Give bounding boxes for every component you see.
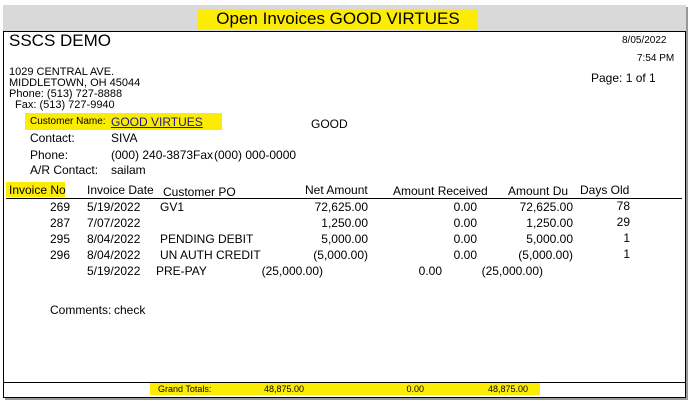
company-name: SSCS DEMO — [9, 31, 112, 50]
row2-net: 1,250.00 — [321, 216, 368, 230]
row1-received: 0.00 — [453, 200, 477, 214]
row2-date: 7/07/2022 — [87, 216, 141, 230]
fax-label: Fax — [193, 148, 214, 162]
company-fax: Fax: (513) 727-9940 — [15, 99, 115, 111]
prepay-received: 0.00 — [418, 264, 442, 278]
row4-due: (5,000.00) — [518, 248, 573, 262]
row1-date: 5/19/2022 — [87, 200, 141, 214]
row3-net: 5,000.00 — [321, 232, 368, 246]
row2-due: 1,250.00 — [526, 216, 573, 230]
row2-days: 29 — [616, 215, 630, 229]
row3-date: 8/04/2022 — [87, 232, 141, 246]
row4-invoice-no[interactable]: 296 — [30, 248, 70, 262]
col-net-amount: Net Amount — [305, 183, 368, 197]
row2-received: 0.00 — [453, 216, 477, 230]
row2-invoice-no[interactable]: 287 — [30, 216, 70, 230]
row1-po: GV1 — [160, 200, 185, 214]
report-time: 7:54 PM — [637, 53, 675, 64]
row1-net: 72,625.00 — [314, 200, 368, 214]
row3-received: 0.00 — [453, 232, 477, 246]
customer-name-label: Customer Name: — [30, 116, 106, 127]
col-invoice-no: Invoice No — [9, 183, 66, 197]
row3-po: PENDING DEBIT — [160, 232, 254, 246]
fax-value: (000) 000-0000 — [214, 148, 297, 162]
report-title: Open Invoices GOOD VIRTUES — [216, 9, 460, 28]
row3-invoice-no[interactable]: 295 — [30, 232, 70, 246]
prepay-date: 5/19/2022 — [87, 264, 141, 278]
col-days-old: Days Old — [580, 183, 630, 197]
report-date: 8/05/2022 — [622, 35, 667, 46]
col-customer-po: Customer PO — [163, 185, 236, 199]
row1-invoice-no[interactable]: 269 — [30, 200, 70, 214]
row4-po: UN AUTH CREDIT — [160, 248, 261, 262]
grand-totals-due: 48,875.00 — [487, 384, 528, 394]
phone-label: Phone: — [30, 148, 69, 162]
grand-totals-net: 48,875.00 — [263, 384, 304, 394]
contact-label: Contact: — [30, 131, 75, 145]
comments-text: check — [114, 303, 146, 317]
prepay-po: PRE-PAY — [156, 264, 207, 278]
prepay-net: (25,000.00) — [261, 264, 323, 278]
row1-due: 72,625.00 — [519, 200, 573, 214]
ar-contact-value: sailam — [111, 163, 146, 177]
grand-totals-label: Grand Totals: — [158, 384, 212, 394]
row4-received: 0.00 — [453, 248, 477, 262]
row1-days: 78 — [616, 199, 630, 213]
row3-due: 5,000.00 — [526, 232, 573, 246]
row4-date: 8/04/2022 — [87, 248, 141, 262]
header-divider — [6, 198, 682, 199]
customer-name-link[interactable]: GOOD VIRTUES — [111, 115, 203, 129]
col-amount-received: Amount Received — [393, 184, 488, 198]
phone-value: (000) 240-3873 — [111, 148, 194, 162]
contact-value: SIVA — [111, 131, 138, 145]
customer-short-name: GOOD — [311, 117, 348, 131]
row3-days: 1 — [623, 231, 630, 245]
comments-label: Comments: — [50, 303, 112, 317]
row4-days: 1 — [623, 247, 630, 261]
col-amount-due: Amount Du — [508, 184, 569, 198]
grand-totals-received: 0.00 — [406, 384, 424, 394]
col-invoice-date: Invoice Date — [87, 183, 154, 197]
prepay-due: (25,000.00) — [481, 264, 543, 278]
page-indicator: Page: 1 of 1 — [591, 71, 656, 85]
ar-contact-label: A/R Contact: — [30, 163, 99, 177]
row4-net: (5,000.00) — [313, 248, 368, 262]
